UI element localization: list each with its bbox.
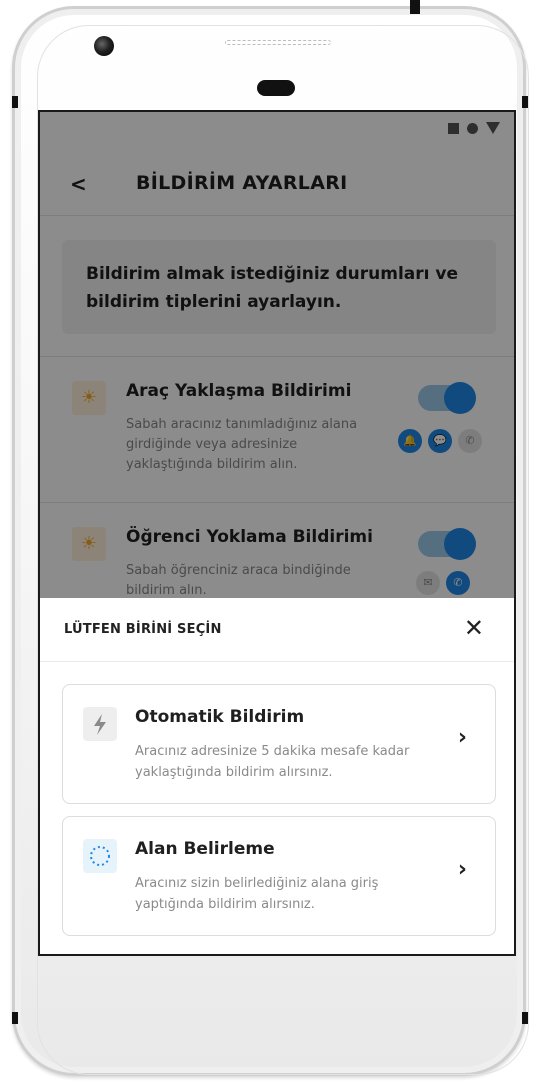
power-button bbox=[410, 0, 420, 14]
app-screen: < BİLDİRİM AYARLARI Bildirim almak isted… bbox=[38, 110, 516, 956]
sheet-header: LÜTFEN BİRİNİ SEÇİN ✕ bbox=[40, 598, 514, 662]
front-camera bbox=[94, 36, 114, 56]
option-description: Aracınız adresinize 5 dakika mesafe kada… bbox=[135, 744, 410, 780]
area-circle-icon bbox=[83, 839, 117, 873]
volume-button-right bbox=[522, 96, 528, 108]
close-icon[interactable]: ✕ bbox=[464, 616, 484, 640]
chevron-right-icon: › bbox=[457, 857, 467, 882]
earpiece bbox=[257, 80, 295, 96]
lightning-icon bbox=[83, 707, 117, 741]
sheet-title: LÜTFEN BİRİNİ SEÇİN bbox=[64, 622, 222, 637]
option-title: Otomatik Bildirim bbox=[135, 707, 305, 727]
side-button-bottom-left bbox=[12, 1012, 18, 1024]
option-title: Alan Belirleme bbox=[135, 839, 275, 859]
selection-bottom-sheet: LÜTFEN BİRİNİ SEÇİN ✕ Otomatik Bildirim … bbox=[40, 598, 514, 954]
side-button-bottom-right bbox=[522, 1012, 528, 1024]
option-area-definition[interactable]: Alan Belirleme Aracınız sizin belirlediğ… bbox=[62, 816, 496, 936]
option-automatic-notification[interactable]: Otomatik Bildirim Aracınız adresinize 5 … bbox=[62, 684, 496, 804]
volume-button-left bbox=[12, 96, 18, 108]
speaker-grille bbox=[225, 40, 331, 45]
option-description: Aracınız sizin belirlediğiniz alana giri… bbox=[135, 876, 379, 912]
chevron-right-icon: › bbox=[457, 725, 467, 750]
